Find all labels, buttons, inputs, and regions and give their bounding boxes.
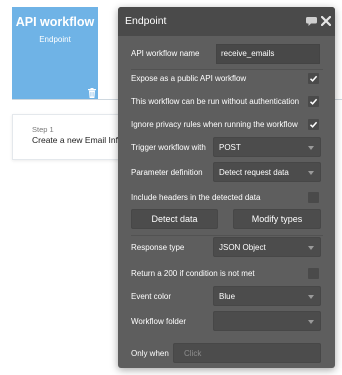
return-200-checkbox[interactable] — [308, 268, 319, 279]
step-label: Step 1 — [32, 125, 54, 134]
no-auth-label: This workflow can be run without authent… — [131, 97, 300, 106]
checkmark-icon — [309, 121, 318, 128]
response-type-value: JSON Object — [219, 243, 266, 252]
workflow-card-title: API workflow — [15, 15, 95, 29]
panel-header[interactable]: Endpoint — [118, 7, 335, 36]
trigger-method-value: POST — [219, 143, 241, 152]
api-workflow-card[interactable]: API workflow Endpoint — [12, 7, 98, 100]
response-type-label: Response type — [131, 243, 185, 252]
no-auth-checkbox[interactable] — [308, 96, 319, 107]
workflow-name-label: API workflow name — [131, 49, 200, 58]
panel-title: Endpoint — [125, 15, 167, 27]
event-color-label: Event color — [131, 292, 172, 301]
parameter-definition-dropdown[interactable]: Detect request data — [213, 162, 321, 182]
include-headers-label: Include headers in the detected data — [131, 193, 261, 202]
ignore-privacy-checkbox[interactable] — [308, 119, 319, 130]
only-when-condition-input[interactable]: Click — [173, 343, 321, 363]
workflow-card-subtitle: Endpoint — [39, 35, 71, 44]
expose-public-checkbox[interactable] — [308, 73, 319, 84]
only-when-label: Only when — [131, 349, 169, 358]
workflow-folder-dropdown[interactable] — [213, 311, 321, 331]
close-icon[interactable] — [321, 16, 331, 26]
checkmark-icon — [309, 98, 318, 105]
event-color-dropdown[interactable]: Blue — [213, 286, 321, 306]
trigger-method-dropdown[interactable]: POST — [213, 137, 321, 157]
trigger-workflow-label: Trigger workflow with — [131, 143, 206, 152]
expose-public-label: Expose as a public API workflow — [131, 74, 247, 83]
chevron-down-icon — [308, 295, 314, 299]
workflow-folder-label: Workflow folder — [131, 317, 186, 326]
detect-data-button[interactable]: Detect data — [131, 209, 218, 229]
divider — [131, 69, 323, 70]
step-text: Create a new Email Info... — [32, 135, 130, 145]
chevron-down-icon — [308, 246, 314, 250]
chevron-down-icon — [308, 146, 314, 150]
checkmark-icon — [309, 75, 318, 82]
include-headers-checkbox[interactable] — [308, 192, 319, 203]
event-color-value: Blue — [219, 292, 236, 301]
comment-icon[interactable] — [306, 17, 317, 26]
return-200-label: Return a 200 if condition is not met — [131, 269, 255, 278]
modify-types-button[interactable]: Modify types — [233, 209, 321, 229]
parameter-definition-value: Detect request data — [219, 168, 289, 177]
ignore-privacy-label: Ignore privacy rules when running the wo… — [131, 120, 298, 129]
step-1-card[interactable]: Step 1 Create a new Email Info... — [12, 114, 130, 160]
divider — [131, 235, 323, 236]
chevron-down-icon — [308, 320, 314, 324]
trash-icon[interactable] — [88, 88, 96, 98]
workflow-name-input[interactable]: receive_emails — [216, 44, 320, 64]
response-type-dropdown[interactable]: JSON Object — [213, 237, 321, 257]
parameter-definition-label: Parameter definition — [131, 168, 203, 177]
chevron-down-icon — [308, 171, 314, 175]
